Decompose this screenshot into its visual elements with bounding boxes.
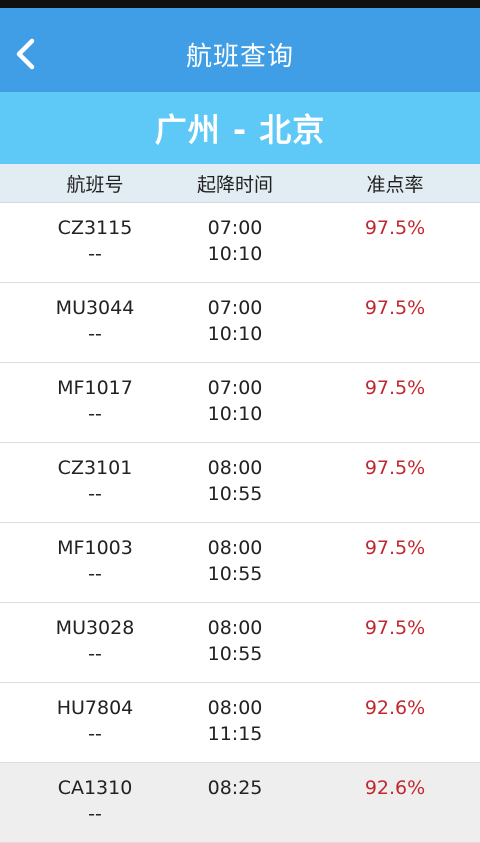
arrival-time: 10:55 [207, 563, 263, 585]
on-time-rate: 97.5% [364, 457, 426, 479]
arrival-time: 10:55 [207, 483, 263, 505]
page-title: 航班查询 [185, 41, 294, 72]
departure-time: 08:00 [207, 617, 263, 639]
route-banner: 广州 - 北京 [0, 92, 480, 164]
app-header: 航班查询 [0, 8, 480, 92]
on-time-rate: 92.6% [364, 697, 426, 719]
on-time-rate: 97.5% [364, 617, 426, 639]
column-header: 航班号 起降时间 准点率 [0, 164, 480, 203]
flight-time-cell: 08:00 10:55 [160, 615, 310, 667]
departure-time: 08:00 [207, 697, 263, 719]
flight-sub-info: -- [88, 803, 102, 825]
flight-row[interactable]: MU3044 -- 07:00 10:10 97.5% [0, 283, 480, 363]
arrival-time: 10:10 [207, 323, 263, 345]
departure-time: 07:00 [207, 297, 263, 319]
flight-time-cell: 08:00 11:15 [160, 695, 310, 747]
flight-row[interactable]: MF1017 -- 07:00 10:10 97.5% [0, 363, 480, 443]
flight-time-cell: 08:00 10:55 [160, 535, 310, 587]
flight-time-cell: 08:25 [160, 775, 310, 801]
column-on-time-rate: 准点率 [366, 173, 424, 196]
flight-row[interactable]: MU3028 -- 08:00 10:55 97.5% [0, 603, 480, 683]
flight-time-cell: 07:00 10:10 [160, 215, 310, 267]
departure-time: 08:00 [207, 537, 263, 559]
departure-time: 07:00 [207, 377, 263, 399]
on-time-rate: 97.5% [364, 377, 426, 399]
column-times: 起降时间 [196, 173, 273, 196]
on-time-rate: 97.5% [364, 217, 426, 239]
status-bar [0, 0, 480, 8]
departure-time: 07:00 [207, 217, 263, 239]
route-text: 广州 - 北京 [154, 111, 326, 149]
flight-row[interactable]: CZ3101 -- 08:00 10:55 97.5% [0, 443, 480, 523]
flight-row[interactable]: CA1310 -- 08:25 92.6% [0, 763, 480, 843]
arrival-time: 10:10 [207, 243, 263, 265]
flight-row[interactable]: HU7804 -- 08:00 11:15 92.6% [0, 683, 480, 763]
departure-time: 08:25 [207, 777, 263, 799]
arrival-time: 10:55 [207, 643, 263, 665]
flight-row[interactable]: MF1003 -- 08:00 10:55 97.5% [0, 523, 480, 603]
flight-list: CZ3115 -- 07:00 10:10 97.5% MU3044 -- 07:00 10:1… [0, 203, 480, 843]
flight-time-cell: 07:00 10:10 [160, 375, 310, 427]
on-time-rate: 92.6% [364, 777, 426, 799]
on-time-rate: 97.5% [364, 297, 426, 319]
arrival-time: 11:15 [207, 723, 263, 745]
flight-time-cell: 07:00 10:10 [160, 295, 310, 347]
departure-time: 08:00 [207, 457, 263, 479]
flight-row[interactable]: CZ3115 -- 07:00 10:10 97.5% [0, 203, 480, 283]
on-time-rate: 97.5% [364, 537, 426, 559]
flight-time-cell: 08:00 10:55 [160, 455, 310, 507]
arrival-time: 10:10 [207, 403, 263, 425]
